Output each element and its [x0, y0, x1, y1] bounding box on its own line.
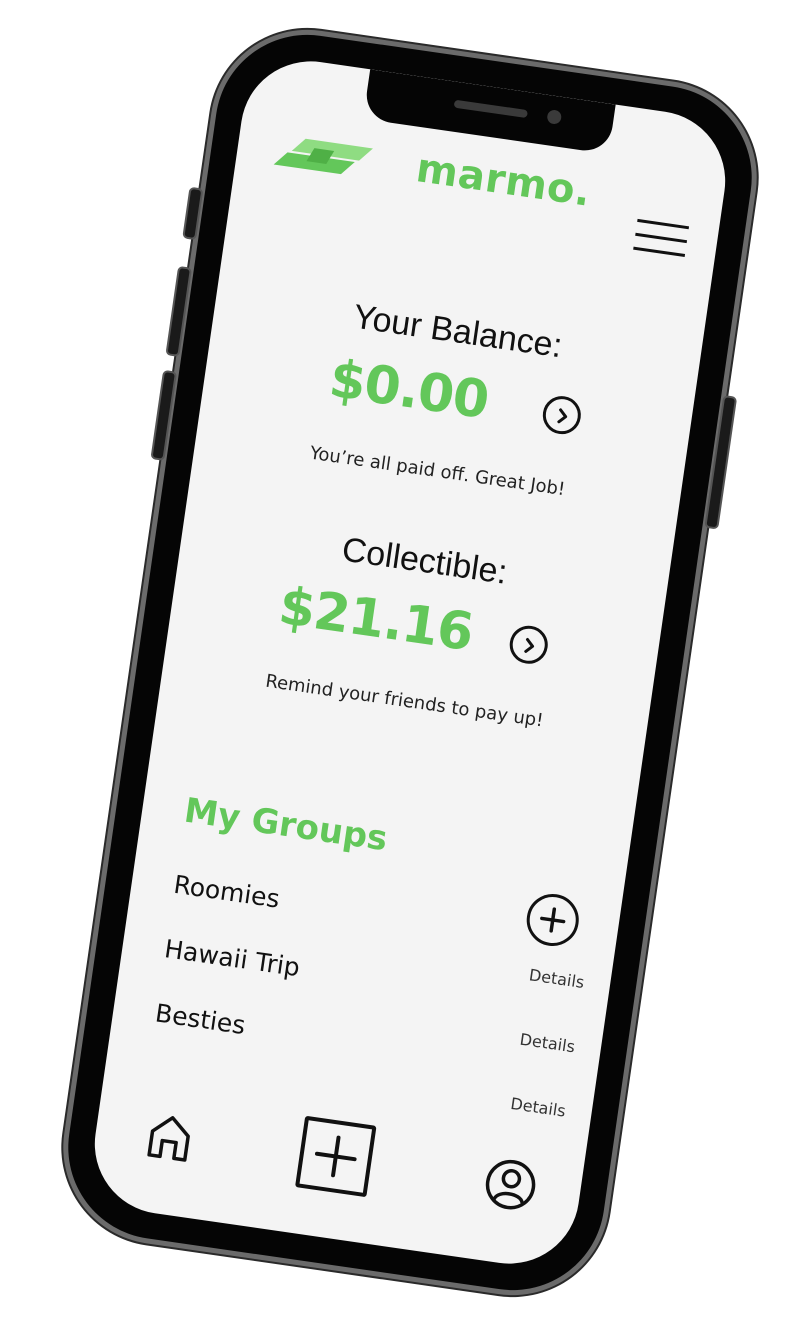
speaker [453, 99, 528, 119]
stage: marmo. Your Balance: $0.00 You’re all pa… [0, 0, 800, 1333]
my-groups-title: My Groups [181, 790, 391, 860]
phone-device: marmo. Your Balance: $0.00 You’re all pa… [56, 22, 764, 1303]
marmo-logo-icon [273, 138, 373, 175]
group-name: Hawaii Trip [162, 934, 302, 983]
group-details-link[interactable]: Details [509, 1094, 567, 1121]
brand-name: marmo. [413, 145, 594, 216]
user-circle-icon[interactable] [481, 1155, 540, 1214]
front-camera [546, 109, 563, 125]
nav-add-button[interactable] [295, 1115, 377, 1198]
home-icon[interactable] [143, 1108, 198, 1164]
plus-square-icon [314, 1135, 357, 1178]
chevron-right-icon [557, 408, 568, 424]
hamburger-menu-icon[interactable] [632, 218, 690, 266]
group-name: Besties [153, 998, 248, 1041]
chevron-right-icon [524, 638, 535, 653]
group-name: Roomies [171, 869, 282, 914]
phone-screen: marmo. Your Balance: $0.00 You’re all pa… [85, 52, 735, 1273]
